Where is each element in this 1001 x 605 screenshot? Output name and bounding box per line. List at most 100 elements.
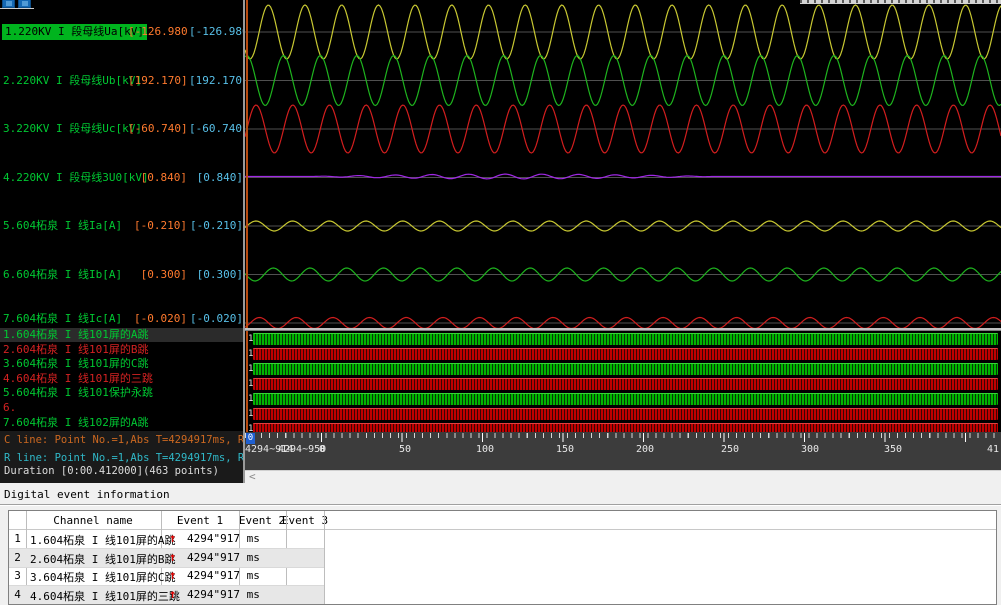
channel-value-cursor-c: [-0.210] (128, 218, 187, 234)
toolbar-zoom-icon[interactable] (2, 0, 15, 8)
event-channel-name: 4.604柘泉 I 线101屏的三跳 (30, 588, 180, 604)
axis-tick-label: 250 (721, 444, 739, 455)
digital-channel-label[interactable]: 2.604柘泉 I 线101屏的B跳 (3, 343, 148, 357)
digital-channel-row[interactable]: 5.604柘泉 I 线101保护永跳 (0, 386, 243, 400)
analog-channel-label[interactable]: 1.220KV I 段母线Ua[kV] (2, 24, 147, 40)
axis-tick-label: 100 (476, 444, 494, 455)
event-channel-name: 3.604柘泉 I 线101屏的C跳 (30, 569, 175, 585)
analog-waveform-panel[interactable] (245, 0, 1001, 328)
digital-event-table[interactable]: Channel name Event 1 Event 2Event 3 1 1.604… (8, 510, 997, 605)
digital-state-bar (253, 423, 998, 432)
digital-channel-label[interactable]: 3.604柘泉 I 线101屏的C跳 (3, 357, 148, 371)
event1-time: 4294"917 ms (187, 588, 260, 601)
channel-value-cursor-c: [0.840] (128, 170, 187, 186)
table-column-header[interactable]: Event 3 (282, 514, 328, 527)
event1-time: 4294"917 ms (187, 551, 260, 564)
channel-value-cursor-r: [-0.210] (189, 218, 243, 234)
digital-channel-label[interactable]: 6. (3, 401, 16, 415)
event-channel-name: 2.604柘泉 I 线101屏的B跳 (30, 551, 175, 567)
event-channel-name: 1.604柘泉 I 线101屏的A跳 (30, 532, 175, 548)
axis-tick-label: 300 (801, 444, 819, 455)
digital-channel-label[interactable]: 4.604柘泉 I 线101屏的三跳 (3, 372, 153, 386)
r-cursor-line[interactable] (246, 0, 248, 328)
axis-tick-label: 350 (884, 444, 902, 455)
digital-state-bar (253, 378, 998, 390)
digital-state-bar (253, 348, 998, 360)
digital-waveform-panel[interactable]: 1111111 (245, 331, 1001, 432)
clipped-window-title (800, 0, 1001, 4)
digital-channel-row[interactable]: 3.604柘泉 I 线101屏的C跳 (0, 357, 243, 371)
horizontal-scrollbar[interactable]: < (245, 470, 1001, 483)
event-row-number: 4 (9, 588, 26, 601)
toolbar-icon-glyph (22, 1, 28, 6)
analog-channel-label[interactable]: 3.220KV I 段母线Uc[kV] (3, 121, 142, 137)
channel-value-cursor-r: [-60.740] (189, 121, 243, 137)
analog-channel-row[interactable]: 7.604柘泉 I 线Ic[A][-0.020][-0.020] (0, 311, 243, 327)
c-line-status: C line: Point No.=1,Abs T=4294917ms, Rel… (4, 434, 243, 446)
digital-channel-row[interactable]: 2.604柘泉 I 线101屏的B跳 (0, 343, 243, 357)
digital-channel-label[interactable]: 1.604柘泉 I 线101屏的A跳 (3, 328, 148, 342)
digital-channel-label[interactable]: 5.604柘泉 I 线101保护永跳 (3, 386, 153, 400)
scroll-left-arrow-icon[interactable]: < (249, 470, 256, 483)
event-row-number: 2 (9, 551, 26, 564)
digital-channel-row[interactable]: 7.604柘泉 I 线102屏的A跳 (0, 416, 243, 430)
analog-channel-label[interactable]: 5.604柘泉 I 线Ia[A] (3, 218, 122, 234)
digital-channel-row[interactable]: 4.604柘泉 I 线101屏的三跳 (0, 372, 243, 386)
event-section-title: Digital event information (4, 488, 170, 501)
digital-state-bar (253, 408, 998, 420)
axis-tick-label: 50 (399, 444, 411, 455)
digital-channel-label[interactable]: 7.604柘泉 I 线102屏的A跳 (3, 416, 148, 430)
digital-state-bar (253, 363, 998, 375)
analog-channel-row[interactable]: 4.220KV I 段母线3U0[kV][0.840][0.840] (0, 170, 243, 186)
analog-channel-row[interactable]: 3.220KV I 段母线Uc[kV][-60.740][-60.740] (0, 121, 243, 137)
channel-value-cursor-c: [-0.020] (128, 311, 187, 327)
table-column-header[interactable]: Event 2 (239, 514, 285, 527)
analog-channel-row[interactable]: 2.220KV I 段母线Ub[kV][192.170][192.170] (0, 73, 243, 89)
cursor-status-area: C line: Point No.=1,Abs T=4294917ms, Rel… (0, 431, 243, 483)
digital-channel-row[interactable]: 6. (0, 401, 243, 415)
channel-value-cursor-c: [-126.980] (128, 24, 187, 40)
digital-channel-row[interactable]: 1.604柘泉 I 线101屏的A跳 (0, 328, 243, 342)
cursor-position-marker[interactable]: 0 (246, 433, 255, 444)
table-column-header[interactable]: Event 1 (177, 514, 223, 527)
channel-value-cursor-c: [-60.740] (128, 121, 187, 137)
waveform-svg (245, 0, 1001, 328)
event-table-row[interactable]: 33.604柘泉 I 线101屏的C跳↑4294"917 ms (9, 567, 324, 586)
event1-time: 4294"917 ms (187, 532, 260, 545)
time-axis[interactable]: 0 4294~9144294~9500501001502002503003504… (245, 432, 1001, 470)
axis-tick-label: 200 (636, 444, 654, 455)
wave-viewer-app: 1.220KV I 段母线Ua[kV][-126.980][-126.980]2… (0, 0, 1001, 605)
event-rising-edge-arrow-icon: ↑ (169, 568, 176, 582)
analog-channel-label[interactable]: 2.220KV I 段母线Ub[kV] (3, 73, 142, 89)
event-table-row[interactable]: 2 2.604柘泉 I 线101屏的B跳↑ 4294"917 ms (9, 549, 324, 568)
analog-channel-row[interactable]: 6.604柘泉 I 线Ib[A][0.300][0.300] (0, 267, 243, 283)
event-table-row[interactable]: 11.604柘泉 I 线101屏的A跳↑4294"917 ms (9, 530, 324, 549)
analog-channel-row[interactable]: 1.220KV I 段母线Ua[kV][-126.980][-126.980] (0, 24, 243, 40)
waveform-trace (245, 174, 1001, 179)
analog-channel-label[interactable]: 6.604柘泉 I 线Ib[A] (3, 267, 122, 283)
axis-tick-label: 41 (987, 444, 999, 455)
axis-tick-label: 0 (319, 444, 325, 455)
channel-value-cursor-r: [0.300] (189, 267, 243, 283)
event-table-header: Channel name Event 1 Event 2Event 3 (9, 511, 997, 530)
axis-major-ticks (321, 433, 1001, 442)
duration-status: Duration [0:00.412000](463 points) (4, 465, 219, 477)
event-rising-edge-arrow-icon: ↑ (169, 550, 176, 564)
r-line-status: R line: Point No.=1,Abs T=4294917ms, Rel… (4, 452, 243, 464)
toolbar-icon-glyph (6, 1, 12, 6)
event-row-number: 3 (9, 569, 26, 582)
event-table-row[interactable]: 44.604柘泉 I 线101屏的三跳↑4294"917 ms (9, 586, 324, 605)
table-column-header[interactable]: Channel name (53, 514, 132, 527)
analog-channel-row[interactable]: 5.604柘泉 I 线Ia[A] [-0.210][-0.210] (0, 218, 243, 234)
channel-value-cursor-r: [192.170] (189, 73, 243, 89)
channel-value-cursor-r: [0.840] (189, 170, 243, 186)
analog-channel-label[interactable]: 7.604柘泉 I 线Ic[A] (3, 311, 122, 327)
analog-channel-label[interactable]: 4.220KV I 段母线3U0[kV] (3, 170, 149, 186)
toolbar-pan-icon[interactable] (18, 0, 31, 8)
event-row-number: 1 (9, 532, 26, 545)
digital-state-bar (253, 333, 998, 345)
digital-state-bar (253, 393, 998, 405)
channel-value-cursor-r: [-126.980] (189, 24, 243, 40)
event-info-section: Digital event information Channel name Ev… (0, 483, 1001, 605)
channel-list-panel: 1.220KV I 段母线Ua[kV][-126.980][-126.980]2… (0, 0, 243, 483)
